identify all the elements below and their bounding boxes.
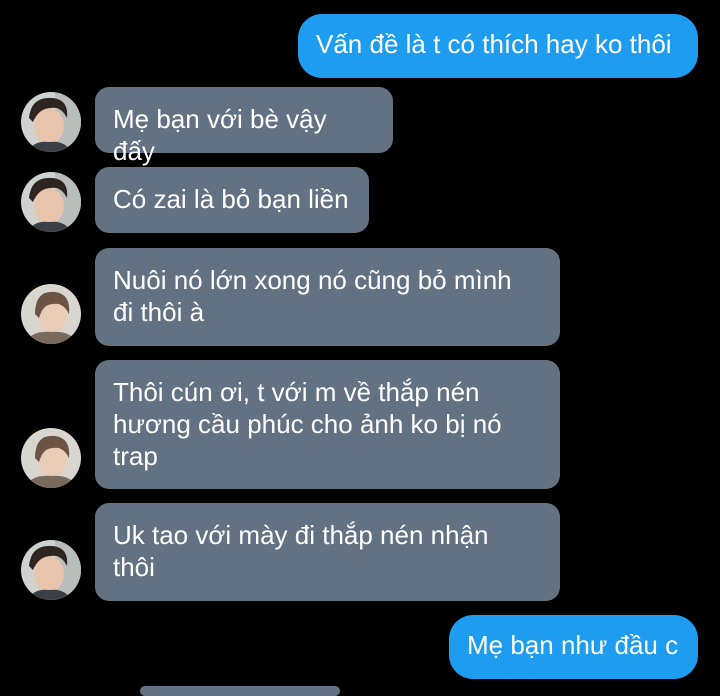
message-bubble-outgoing[interactable]: Mẹ bạn như đầu c <box>449 615 698 679</box>
avatar[interactable] <box>21 172 81 232</box>
avatar-photo-b <box>21 284 81 344</box>
message-bubble-incoming[interactable]: Uk tao với mày đi thắp nén nhận thôi <box>95 503 560 601</box>
message-bubble-outgoing[interactable]: Vấn đề là t có thích hay ko thôi <box>298 14 698 78</box>
message-bubble-incoming[interactable]: Thôi cún ơi, t với m về thắp nén hương c… <box>95 360 560 489</box>
avatar-photo-a <box>21 92 81 152</box>
message-bubble-incoming[interactable]: Có zai là bỏ bạn liền <box>95 167 369 233</box>
avatar-photo-b <box>21 428 81 488</box>
chat-thread: Vấn đề là t có thích hay ko thôi Mẹ bạn … <box>0 0 720 696</box>
message-bubble-partial <box>140 686 340 696</box>
avatar[interactable] <box>21 284 81 344</box>
avatar[interactable] <box>21 92 81 152</box>
avatar[interactable] <box>21 428 81 488</box>
message-bubble-incoming[interactable]: Mẹ bạn với bè vậy đấy <box>95 87 393 166</box>
avatar-photo-a <box>21 172 81 232</box>
message-bubble-incoming[interactable]: Nuôi nó lớn xong nó cũng bỏ mình đi thôi… <box>95 248 560 346</box>
avatar[interactable] <box>21 540 81 600</box>
avatar-photo-a <box>21 540 81 600</box>
